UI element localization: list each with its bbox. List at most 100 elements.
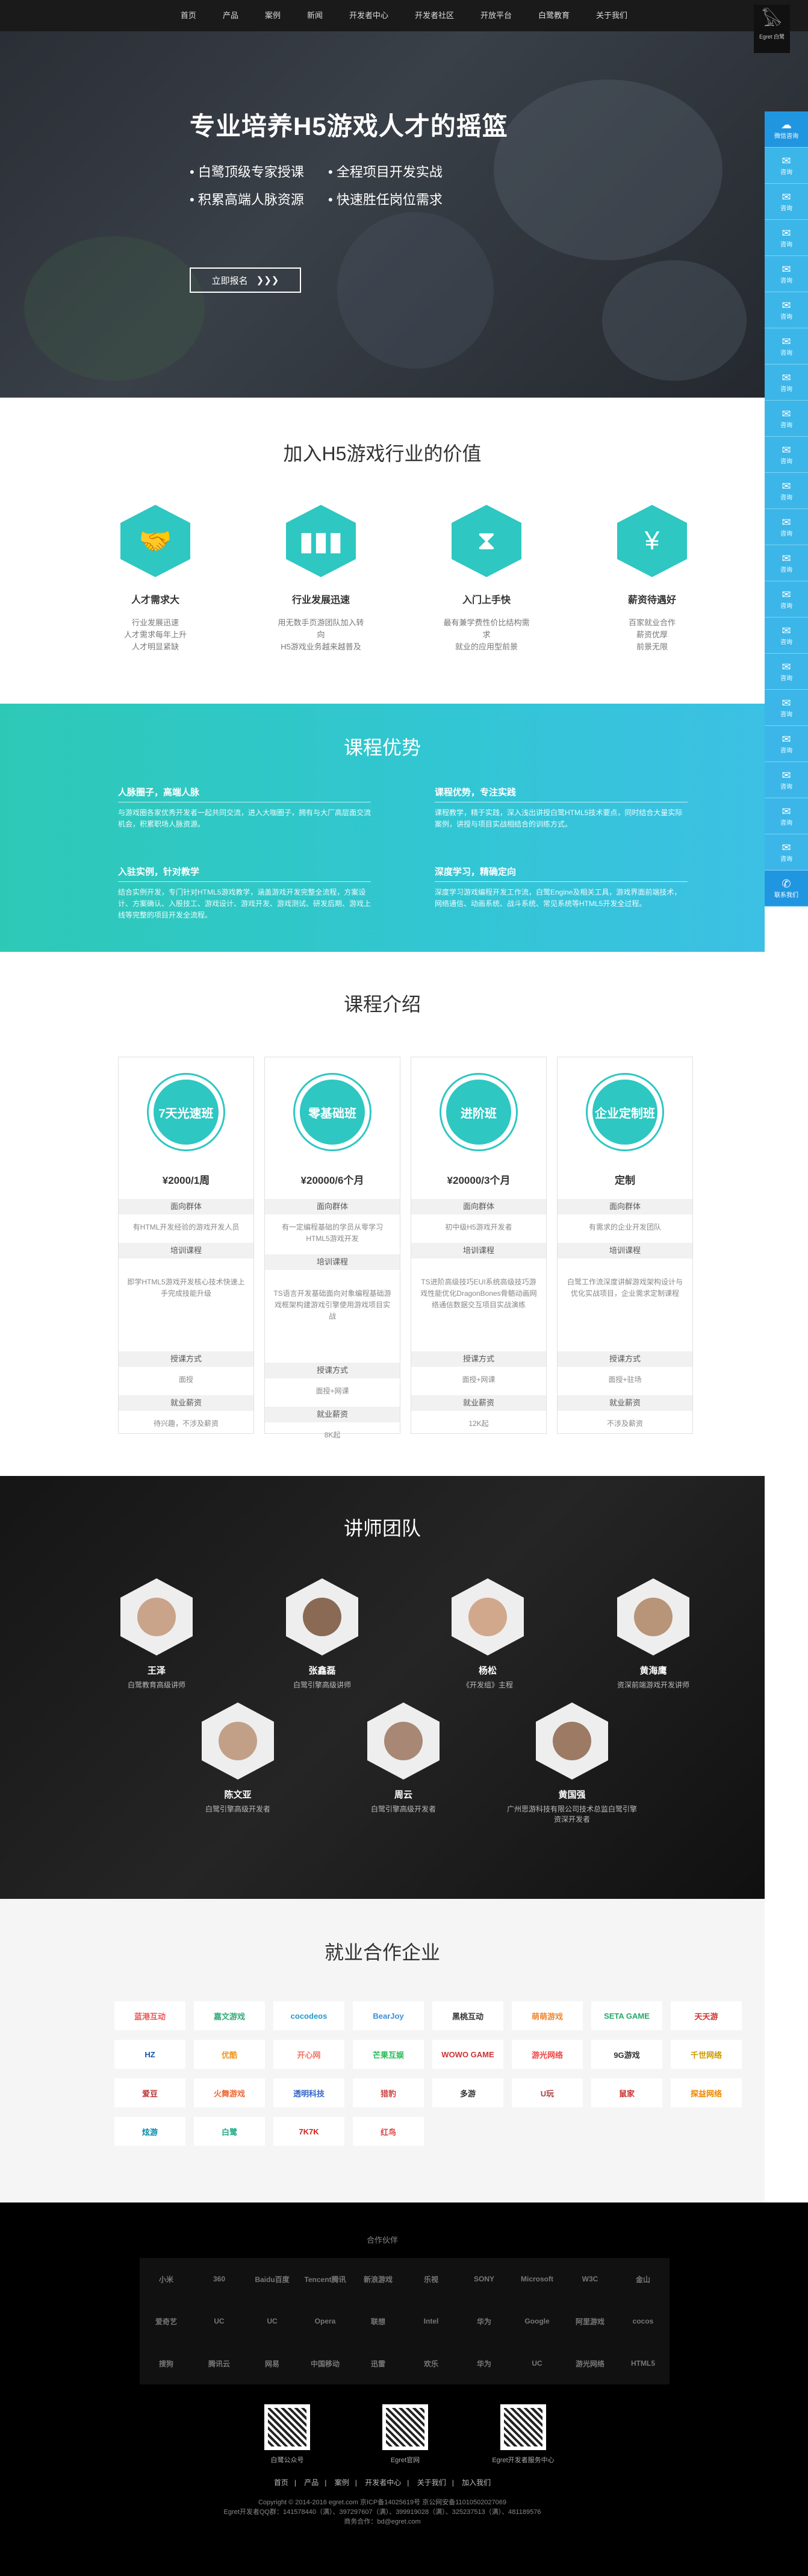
partner-logo[interactable]: 嘉文游戏 bbox=[194, 2001, 265, 2030]
contact-us-button[interactable]: ✆ 联系我们 bbox=[765, 871, 808, 907]
nav-item-cases[interactable]: 案例 bbox=[252, 0, 294, 31]
footer-partner-logo[interactable]: Opera bbox=[315, 2317, 336, 2325]
footer-partner-logo[interactable]: 阿里游戏 bbox=[576, 2316, 604, 2327]
footer-partner-logo[interactable]: 360 bbox=[213, 2275, 225, 2283]
partner-logo[interactable]: 黑桃互动 bbox=[432, 2001, 503, 2030]
partner-logo[interactable]: U玩 bbox=[512, 2078, 583, 2107]
nav-item-developer-community[interactable]: 开发者社区 bbox=[402, 0, 467, 31]
partner-logo[interactable]: 炫游 bbox=[114, 2117, 185, 2146]
footer-partner-logo[interactable]: 华为 bbox=[477, 2359, 491, 2369]
partner-logo[interactable]: cocodeos bbox=[273, 2001, 344, 2030]
footer-partner-logo[interactable]: UC bbox=[532, 2359, 542, 2368]
consult-button[interactable]: ✉ 咨询 bbox=[765, 617, 808, 654]
partner-logo[interactable]: 开心网 bbox=[273, 2040, 344, 2069]
footer-partner-logo[interactable]: 迅雷 bbox=[371, 2359, 385, 2369]
consult-button[interactable]: ✉ 咨询 bbox=[765, 581, 808, 617]
partner-logo[interactable]: 千世网络 bbox=[671, 2040, 742, 2069]
consult-button[interactable]: ✉ 咨询 bbox=[765, 834, 808, 871]
partner-logo[interactable]: 火舞游戏 bbox=[194, 2078, 265, 2107]
footer-partner-logo[interactable]: Intel bbox=[424, 2317, 439, 2325]
nav-item-developer-center[interactable]: 开发者中心 bbox=[336, 0, 402, 31]
partner-logo[interactable]: 9G游戏 bbox=[591, 2040, 662, 2069]
brand-logo[interactable]: 𓅃 Egret 白鹭 bbox=[754, 5, 790, 53]
footer-partner-logo[interactable]: 中国移动 bbox=[311, 2359, 340, 2369]
partner-logo[interactable]: 优酷 bbox=[194, 2040, 265, 2069]
consult-button[interactable]: ✉ 咨询 bbox=[765, 690, 808, 726]
partner-logo[interactable]: 多游 bbox=[432, 2078, 503, 2107]
consult-button[interactable]: ✉ 咨询 bbox=[765, 473, 808, 509]
consult-button[interactable]: ✉ 咨询 bbox=[765, 762, 808, 798]
consult-button[interactable]: ✉ 咨询 bbox=[765, 148, 808, 184]
consult-button[interactable]: ✉ 咨询 bbox=[765, 184, 808, 220]
footer-partner-logo[interactable]: 搜狗 bbox=[159, 2359, 173, 2369]
footer-partner-logo[interactable]: 联想 bbox=[371, 2316, 385, 2327]
partner-logo[interactable]: 蓝港互动 bbox=[114, 2001, 185, 2030]
footer-link[interactable]: 产品 bbox=[304, 2478, 319, 2487]
footer-partner-logo[interactable]: 金山 bbox=[636, 2274, 650, 2284]
footer-partner-logo[interactable]: Microsoft bbox=[521, 2275, 553, 2283]
footer-link[interactable]: 案例 bbox=[335, 2478, 349, 2487]
footer-partner-logo[interactable]: 爱奇艺 bbox=[155, 2316, 177, 2327]
partner-logo[interactable]: BearJoy bbox=[353, 2001, 424, 2030]
footer-partner-logo[interactable]: Tencent腾讯 bbox=[304, 2274, 346, 2284]
footer-partner-logo[interactable]: 小米 bbox=[159, 2274, 173, 2284]
consult-button[interactable]: ✉ 咨询 bbox=[765, 256, 808, 292]
footer-partner-logo[interactable]: 网易 bbox=[265, 2359, 279, 2369]
consult-button[interactable]: ✉ 咨询 bbox=[765, 545, 808, 581]
nav-item-about[interactable]: 关于我们 bbox=[583, 0, 641, 31]
enroll-button[interactable]: 立即报名 ❯❯❯ bbox=[190, 267, 301, 293]
consult-button[interactable]: ✉ 咨询 bbox=[765, 292, 808, 328]
footer-partner-logo[interactable]: HTML5 bbox=[631, 2359, 655, 2368]
partner-logo[interactable]: 鼠家 bbox=[591, 2078, 662, 2107]
footer-link[interactable]: 开发者中心 bbox=[365, 2478, 401, 2487]
footer-partner-logo[interactable]: Baidu百度 bbox=[255, 2274, 289, 2284]
course-card[interactable]: 7天光速班 ¥2000/1周 面向群体 有HTML开发经验的游戏开发人员 培训课… bbox=[118, 1057, 254, 1434]
partner-logo[interactable]: 猎豹 bbox=[353, 2078, 424, 2107]
nav-item-news[interactable]: 新闻 bbox=[294, 0, 336, 31]
course-card[interactable]: 零基础班 ¥20000/6个月 面向群体 有一定编程基础的学员从零学习HTML5… bbox=[264, 1057, 400, 1439]
consult-button[interactable]: ✉ 咨询 bbox=[765, 220, 808, 256]
nav-item-home[interactable]: 首页 bbox=[167, 0, 210, 31]
footer-partner-logo[interactable]: 新浪游戏 bbox=[364, 2274, 393, 2284]
consult-button[interactable]: ✉ 咨询 bbox=[765, 654, 808, 690]
consult-button[interactable]: ✉ 咨询 bbox=[765, 798, 808, 834]
consult-button[interactable]: ✉ 咨询 bbox=[765, 509, 808, 545]
consult-button[interactable]: ✉ 咨询 bbox=[765, 401, 808, 437]
partner-logo[interactable]: 白鹭 bbox=[194, 2117, 265, 2146]
footer-partner-logo[interactable]: SONY bbox=[474, 2275, 494, 2283]
partner-logo[interactable]: 透明科技 bbox=[273, 2078, 344, 2107]
wechat-consult-button[interactable]: ☁ 微信咨询 bbox=[765, 111, 808, 148]
partner-logo[interactable]: 探益网络 bbox=[671, 2078, 742, 2107]
course-card[interactable]: 企业定制班 定制 面向群体 有需求的企业开发团队 培训课程 白鹭工作流深度讲解游… bbox=[557, 1057, 693, 1434]
consult-button[interactable]: ✉ 咨询 bbox=[765, 437, 808, 473]
partner-logo[interactable]: HZ bbox=[114, 2040, 185, 2069]
footer-partner-logo[interactable]: 乐视 bbox=[424, 2274, 438, 2284]
partner-logo[interactable]: 爱豆 bbox=[114, 2078, 185, 2107]
footer-partner-logo[interactable]: Google bbox=[524, 2317, 549, 2325]
partner-logo[interactable]: 天天游 bbox=[671, 2001, 742, 2030]
footer-partner-logo[interactable]: 欢乐 bbox=[424, 2359, 438, 2369]
partner-logo[interactable]: 芒果互娱 bbox=[353, 2040, 424, 2069]
footer-partner-logo[interactable]: UC bbox=[267, 2317, 277, 2325]
consult-button[interactable]: ✉ 咨询 bbox=[765, 726, 808, 762]
nav-item-education[interactable]: 白鹭教育 bbox=[525, 0, 583, 31]
footer-link[interactable]: 加入我们 bbox=[462, 2478, 491, 2487]
partner-logo[interactable]: SETA GAME bbox=[591, 2001, 662, 2030]
footer-link[interactable]: 关于我们 bbox=[417, 2478, 446, 2487]
consult-button[interactable]: ✉ 咨询 bbox=[765, 364, 808, 401]
partner-logo[interactable]: 红鸟 bbox=[353, 2117, 424, 2146]
footer-link[interactable]: 首页 bbox=[274, 2478, 288, 2487]
nav-item-open-platform[interactable]: 开放平台 bbox=[467, 0, 525, 31]
footer-partner-logo[interactable]: 腾讯云 bbox=[208, 2359, 230, 2369]
footer-partner-logo[interactable]: 华为 bbox=[477, 2316, 491, 2327]
partner-logo[interactable]: 游光网络 bbox=[512, 2040, 583, 2069]
footer-partner-logo[interactable]: UC bbox=[214, 2317, 224, 2325]
footer-partner-logo[interactable]: W3C bbox=[582, 2275, 598, 2283]
partner-logo[interactable]: WOWO GAME bbox=[432, 2040, 503, 2069]
partner-logo[interactable]: 萌萌游戏 bbox=[512, 2001, 583, 2030]
course-card[interactable]: 进阶班 ¥20000/3个月 面向群体 初中级H5游戏开发者 培训课程 TS进阶… bbox=[411, 1057, 547, 1434]
footer-partner-logo[interactable]: cocos bbox=[633, 2317, 654, 2325]
footer-partner-logo[interactable]: 游光网络 bbox=[576, 2359, 604, 2369]
consult-button[interactable]: ✉ 咨询 bbox=[765, 328, 808, 364]
nav-item-products[interactable]: 产品 bbox=[210, 0, 252, 31]
